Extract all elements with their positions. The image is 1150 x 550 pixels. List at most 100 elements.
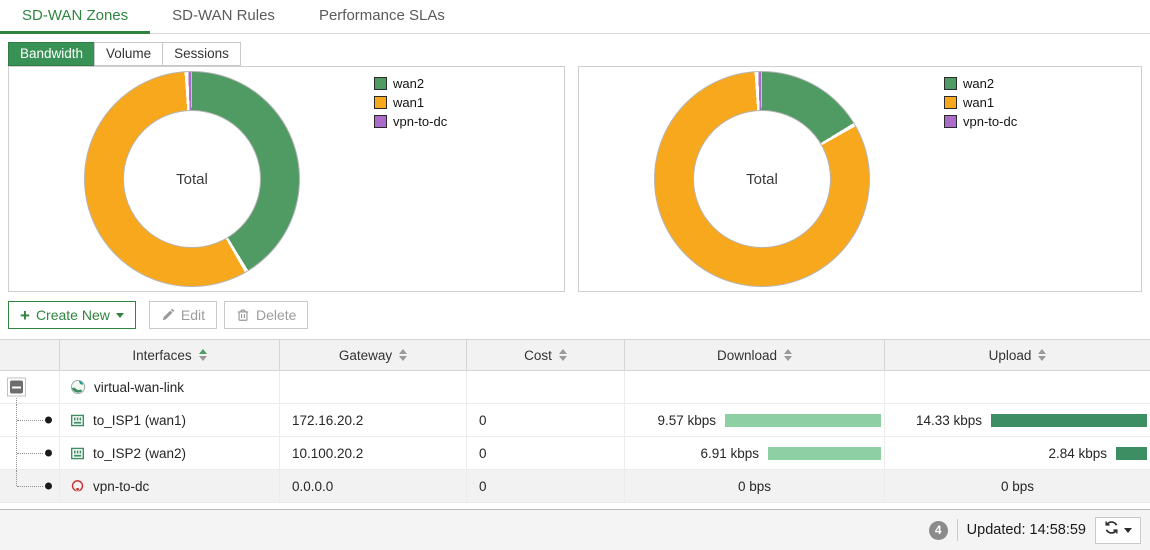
sort-icon [559, 349, 567, 361]
delete-button[interactable]: Delete [224, 301, 308, 329]
ethernet-port-icon [70, 413, 85, 428]
delete-label: Delete [256, 307, 296, 323]
tree-node-bullet [45, 417, 52, 424]
sort-icon [199, 349, 207, 361]
legend-label: wan2 [963, 76, 994, 91]
donut-center-label: Total [176, 171, 208, 188]
table-header-row: Interfaces Gateway Cost Download Upload [0, 339, 1150, 371]
legend-item-wan1[interactable]: wan1 [374, 95, 447, 110]
table-row-vpn-to-dc[interactable]: vpn-to-dc 0.0.0.0 0 0 bps 0 bps [0, 470, 1150, 503]
bandwidth-bar [1116, 447, 1147, 460]
upload-chart-panel: Total wan2 wan1 vpn-to-dc [578, 66, 1142, 292]
gateway-cell: 10.100.20.2 [280, 437, 467, 469]
updated-timestamp: Updated: 14:58:59 [967, 522, 1086, 538]
sort-icon [399, 349, 407, 361]
bandwidth-value: 0 bps [738, 479, 771, 494]
download-cell [625, 371, 885, 403]
column-header-upload[interactable]: Upload [885, 340, 1150, 370]
bandwidth-bar [991, 414, 1147, 427]
gateway-cell: 0.0.0.0 [280, 470, 467, 502]
tree-cell [0, 437, 60, 469]
ethernet-port-icon [70, 446, 85, 461]
legend-label: wan1 [393, 95, 424, 110]
edit-label: Edit [181, 307, 205, 323]
bandwidth-value: 0 bps [1001, 479, 1034, 494]
trash-icon [236, 308, 250, 322]
status-footer: 4 Updated: 14:58:59 [0, 509, 1150, 550]
bandwidth-value: 14.33 kbps [916, 413, 982, 428]
gateway-cell: 172.16.20.2 [280, 404, 467, 436]
sort-icon [1038, 349, 1046, 361]
refresh-button[interactable] [1095, 517, 1141, 544]
download-cell: 6.91 kbps [625, 437, 885, 469]
tab-sdwan-rules[interactable]: SD-WAN Rules [150, 0, 297, 33]
legend-item-wan1[interactable]: wan1 [944, 95, 1017, 110]
sort-icon [784, 349, 792, 361]
record-count-badge: 4 [929, 521, 948, 540]
upload-cell [885, 371, 1150, 403]
legend-swatch [944, 77, 957, 90]
table-row-to_ISP1 (wan1)[interactable]: to_ISP1 (wan1) 172.16.20.2 0 9.57 kbps 1… [0, 404, 1150, 437]
interface-label: to_ISP1 (wan1) [93, 413, 186, 428]
sdwan-zones-page: SD-WAN Zones SD-WAN Rules Performance SL… [0, 0, 1150, 550]
upload-cell: 14.33 kbps [885, 404, 1150, 436]
download-chart-panel: Total wan2 wan1 vpn-to-dc [8, 66, 565, 292]
tree-column-header [0, 340, 60, 370]
interface-label: vpn-to-dc [93, 479, 149, 494]
table-toolbar: + Create New Edit Delete [8, 301, 308, 329]
table-row-virtual-wan-link[interactable]: virtual-wan-link [0, 371, 1150, 404]
legend-swatch [944, 96, 957, 109]
download-donut-chart: Total [84, 71, 300, 287]
chevron-down-icon [1124, 528, 1132, 533]
upload-donut-chart: Total [654, 71, 870, 287]
column-header-interfaces[interactable]: Interfaces [60, 340, 280, 370]
legend-label: vpn-to-dc [393, 114, 447, 129]
interface-cell: to_ISP2 (wan2) [60, 437, 280, 469]
tree-cell [0, 404, 60, 436]
plus-icon: + [20, 307, 30, 324]
interfaces-table: Interfaces Gateway Cost Download Upload [0, 339, 1150, 503]
download-cell: 9.57 kbps [625, 404, 885, 436]
legend-label: vpn-to-dc [963, 114, 1017, 129]
footer-divider [957, 519, 958, 541]
globe-icon [70, 379, 86, 395]
vpn-tunnel-icon [70, 479, 85, 494]
tree-node-bullet [45, 483, 52, 490]
tab-performance-slas[interactable]: Performance SLAs [297, 0, 467, 33]
subtab-sessions[interactable]: Sessions [162, 42, 241, 66]
column-header-gateway[interactable]: Gateway [280, 340, 467, 370]
table-row-to_ISP2 (wan2)[interactable]: to_ISP2 (wan2) 10.100.20.2 0 6.91 kbps 2… [0, 437, 1150, 470]
refresh-icon [1104, 520, 1119, 540]
bandwidth-bar [725, 414, 881, 427]
upload-cell: 2.84 kbps [885, 437, 1150, 469]
legend-swatch [374, 96, 387, 109]
download-chart-legend: wan2 wan1 vpn-to-dc [374, 76, 447, 129]
edit-button[interactable]: Edit [149, 301, 217, 329]
column-header-download[interactable]: Download [625, 340, 885, 370]
chevron-down-icon [116, 313, 124, 318]
legend-item-vpn-to-dc[interactable]: vpn-to-dc [374, 114, 447, 129]
legend-item-vpn-to-dc[interactable]: vpn-to-dc [944, 114, 1017, 129]
cost-cell [467, 371, 625, 403]
chart-mode-tabs: Bandwidth Volume Sessions [8, 42, 241, 66]
legend-label: wan2 [393, 76, 424, 91]
table-body: virtual-wan-link to_ISP1 (wan1) 172.16.2… [0, 371, 1150, 503]
legend-swatch [374, 115, 387, 128]
interface-cell: vpn-to-dc [60, 470, 280, 502]
subtab-volume[interactable]: Volume [94, 42, 163, 66]
subtab-bandwidth[interactable]: Bandwidth [8, 42, 95, 66]
legend-item-wan2[interactable]: wan2 [374, 76, 447, 91]
cost-cell: 0 [467, 404, 625, 436]
download-cell: 0 bps [625, 470, 885, 502]
create-new-button[interactable]: + Create New [8, 301, 136, 329]
tree-cell [0, 470, 60, 502]
tab-sdwan-zones[interactable]: SD-WAN Zones [0, 0, 150, 33]
legend-item-wan2[interactable]: wan2 [944, 76, 1017, 91]
collapse-toggle-icon[interactable] [7, 378, 26, 397]
interface-cell: virtual-wan-link [60, 371, 280, 403]
column-header-cost[interactable]: Cost [467, 340, 625, 370]
bandwidth-bar [768, 447, 881, 460]
bandwidth-value: 6.91 kbps [700, 446, 759, 461]
bandwidth-value: 2.84 kbps [1048, 446, 1107, 461]
upload-chart-legend: wan2 wan1 vpn-to-dc [944, 76, 1017, 129]
